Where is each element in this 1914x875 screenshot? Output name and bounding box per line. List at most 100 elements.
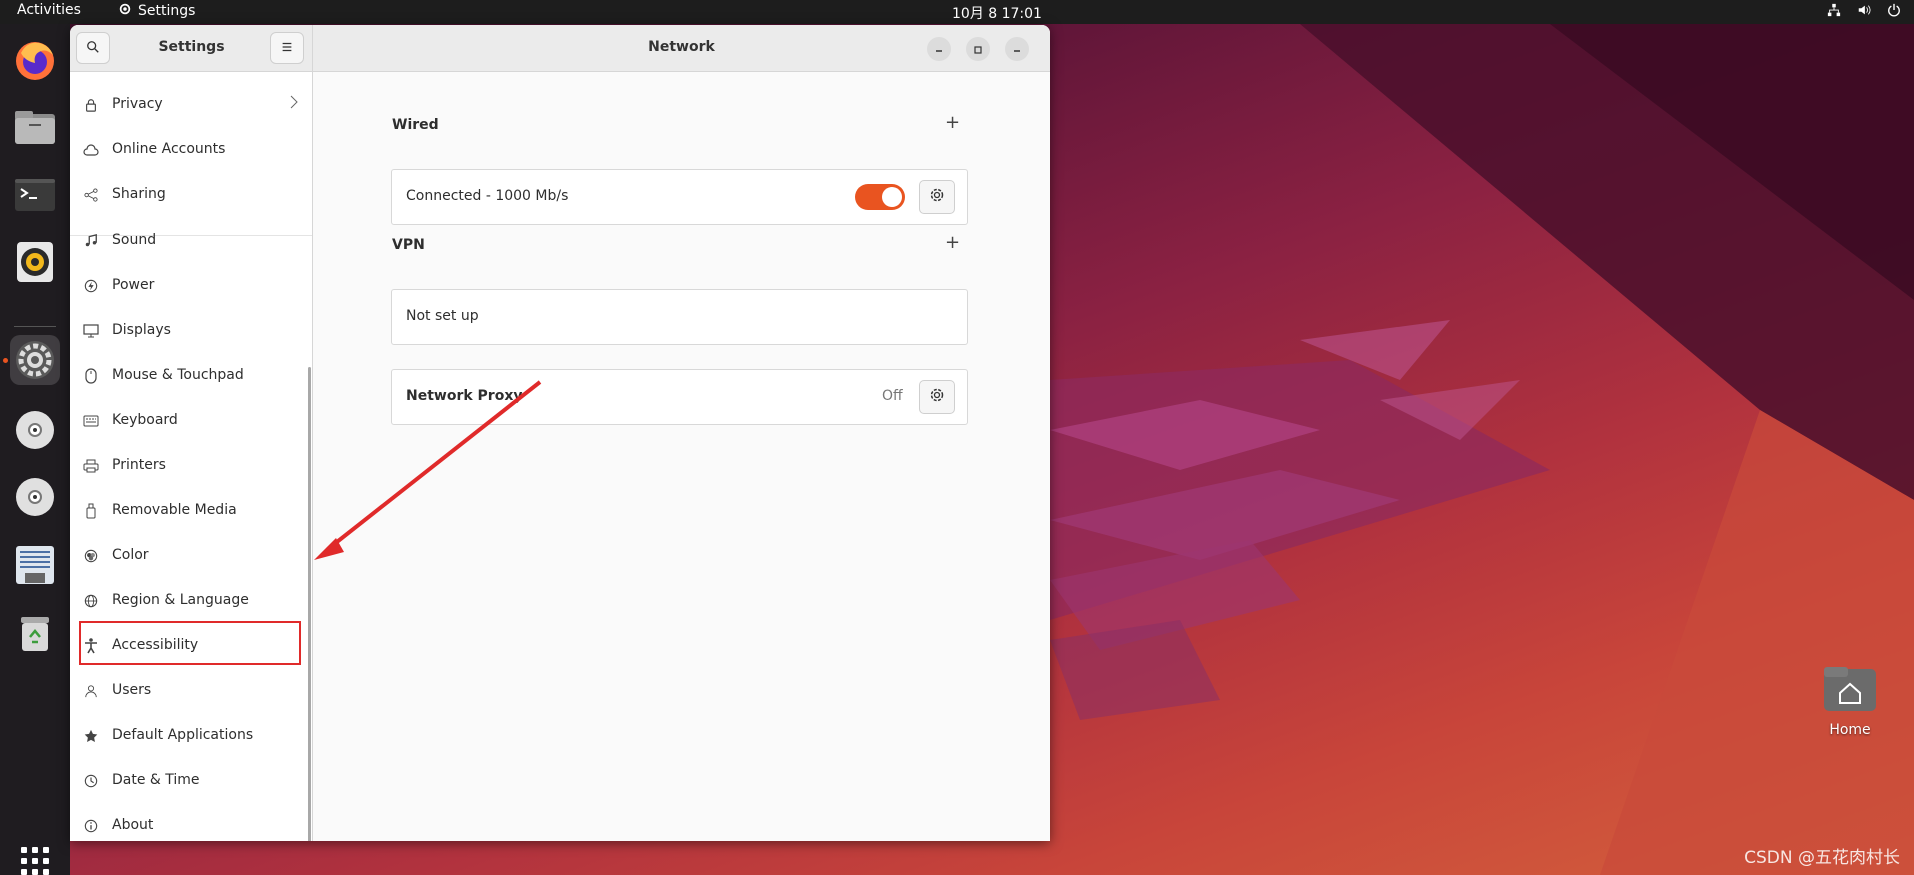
volume-icon[interactable] xyxy=(1856,2,1872,18)
wired-toggle[interactable] xyxy=(855,184,905,210)
rhythmbox-icon[interactable] xyxy=(10,237,60,287)
gear-icon xyxy=(929,187,945,207)
users-icon xyxy=(83,683,99,699)
sidebar-item-label: Sound xyxy=(112,232,157,248)
printer-icon xyxy=(83,458,99,474)
sidebar-item-printers[interactable]: Printers xyxy=(70,444,312,488)
sidebar-item-date-time[interactable]: Date & Time xyxy=(70,759,312,803)
gear-icon xyxy=(118,2,132,20)
sidebar-item-mouse-touchpad[interactable]: Mouse & Touchpad xyxy=(70,354,312,398)
sidebar-item-label: Color xyxy=(112,547,149,563)
sidebar-item-label: Online Accounts xyxy=(112,141,226,157)
sidebar-item-label: Sharing xyxy=(112,186,166,202)
proxy-settings-button[interactable] xyxy=(919,380,955,414)
power-menu-icon[interactable] xyxy=(1886,2,1902,18)
home-folder-icon[interactable] xyxy=(1822,665,1878,713)
wired-settings-button[interactable] xyxy=(919,180,955,214)
sidebar-item-power[interactable]: Power xyxy=(70,264,312,308)
star-icon xyxy=(83,728,99,744)
usb-icon xyxy=(83,503,99,519)
sidebar-item-label: Power xyxy=(112,277,155,293)
sidebar-item-label: Displays xyxy=(112,322,171,338)
minimize-button-left[interactable] xyxy=(927,37,951,61)
dock xyxy=(0,24,70,875)
minimize-button[interactable] xyxy=(1005,37,1029,61)
settings-window: Settings Network Privacy Online Accounts xyxy=(70,25,1050,841)
system-tray[interactable] xyxy=(1826,2,1902,18)
sidebar-item-removable-media[interactable]: Removable Media xyxy=(70,489,312,533)
color-icon xyxy=(83,548,99,564)
lock-icon xyxy=(83,97,99,113)
settings-icon[interactable] xyxy=(10,335,60,385)
mouse-icon xyxy=(83,368,99,384)
sidebar-item-label: Default Applications xyxy=(112,727,254,743)
sidebar-item-label: Removable Media xyxy=(112,502,237,518)
annotation-highlight-box xyxy=(79,621,301,665)
sidebar-item-displays[interactable]: Displays xyxy=(70,309,312,353)
app-menu[interactable]: Settings xyxy=(118,2,195,20)
globe-icon xyxy=(83,593,99,609)
plus-icon: + xyxy=(945,112,961,133)
settings-sidebar: Privacy Online Accounts Sharing Sound Po… xyxy=(70,72,313,841)
sidebar-item-label: Printers xyxy=(112,457,166,473)
info-icon xyxy=(83,818,99,834)
show-apps-icon[interactable] xyxy=(10,836,60,875)
terminal-icon[interactable] xyxy=(10,170,60,220)
cloud-icon xyxy=(83,142,99,158)
network-panel: Wired + Connected - 1000 Mb/s VPN + Not … xyxy=(313,72,1050,841)
vpn-row: Not set up xyxy=(391,289,968,345)
firefox-icon[interactable] xyxy=(10,36,60,86)
vpn-status: Not set up xyxy=(406,308,479,324)
text-editor-icon[interactable] xyxy=(10,540,60,590)
watermark: CSDN @五花肉村长 xyxy=(1744,848,1900,868)
hamburger-icon xyxy=(280,39,294,58)
dock-separator xyxy=(14,326,56,327)
menu-button[interactable] xyxy=(270,32,304,64)
activities-button[interactable]: Activities xyxy=(17,2,81,18)
sidebar-item-keyboard[interactable]: Keyboard xyxy=(70,399,312,443)
sidebar-item-sharing[interactable]: Sharing xyxy=(70,173,312,217)
sidebar-item-online-accounts[interactable]: Online Accounts xyxy=(70,128,312,172)
wired-connection-row: Connected - 1000 Mb/s xyxy=(391,169,968,225)
sidebar-header: Settings xyxy=(70,25,313,72)
add-vpn-button[interactable]: + xyxy=(945,232,960,253)
sidebar-item-label: About xyxy=(112,817,154,833)
wired-section-title: Wired xyxy=(392,117,439,133)
gear-icon xyxy=(929,387,945,407)
home-folder-label: Home xyxy=(1829,722,1871,738)
sidebar-item-label: Keyboard xyxy=(112,412,178,428)
keyboard-icon xyxy=(83,413,99,429)
sidebar-item-default-applications[interactable]: Default Applications xyxy=(70,714,312,758)
disc-icon[interactable] xyxy=(10,405,60,455)
clock-icon xyxy=(83,773,99,789)
running-indicator xyxy=(3,358,8,363)
sidebar-item-label: Mouse & Touchpad xyxy=(112,367,244,383)
plus-icon: + xyxy=(945,232,961,253)
clock[interactable]: 10月 8 17:01 xyxy=(952,3,1042,23)
disc-icon[interactable] xyxy=(10,472,60,522)
sidebar-item-sound[interactable]: Sound xyxy=(70,219,312,263)
network-icon[interactable] xyxy=(1826,2,1842,18)
power-icon xyxy=(83,278,99,294)
vpn-section-title: VPN xyxy=(392,237,425,253)
app-menu-label: Settings xyxy=(138,3,196,19)
sidebar-item-privacy[interactable]: Privacy xyxy=(70,83,312,127)
maximize-button[interactable] xyxy=(966,37,990,61)
sidebar-item-label: Privacy xyxy=(112,96,163,112)
sidebar-item-about[interactable]: About xyxy=(70,804,312,841)
sidebar-item-label: Users xyxy=(112,682,152,698)
main-header: Network xyxy=(313,25,1050,72)
sidebar-scrollbar[interactable] xyxy=(308,367,311,841)
share-icon xyxy=(83,187,99,203)
sidebar-item-color[interactable]: Color xyxy=(70,534,312,578)
wired-status: Connected - 1000 Mb/s xyxy=(406,188,569,204)
display-icon xyxy=(83,323,99,339)
proxy-status: Off xyxy=(882,388,903,404)
sidebar-item-region-language[interactable]: Region & Language xyxy=(70,579,312,623)
files-icon[interactable] xyxy=(10,103,60,153)
chevron-right-icon xyxy=(290,95,298,113)
sidebar-item-users[interactable]: Users xyxy=(70,669,312,713)
trash-icon[interactable] xyxy=(10,608,60,658)
network-proxy-row[interactable]: Network Proxy Off xyxy=(391,369,968,425)
add-wired-button[interactable]: + xyxy=(945,112,960,133)
